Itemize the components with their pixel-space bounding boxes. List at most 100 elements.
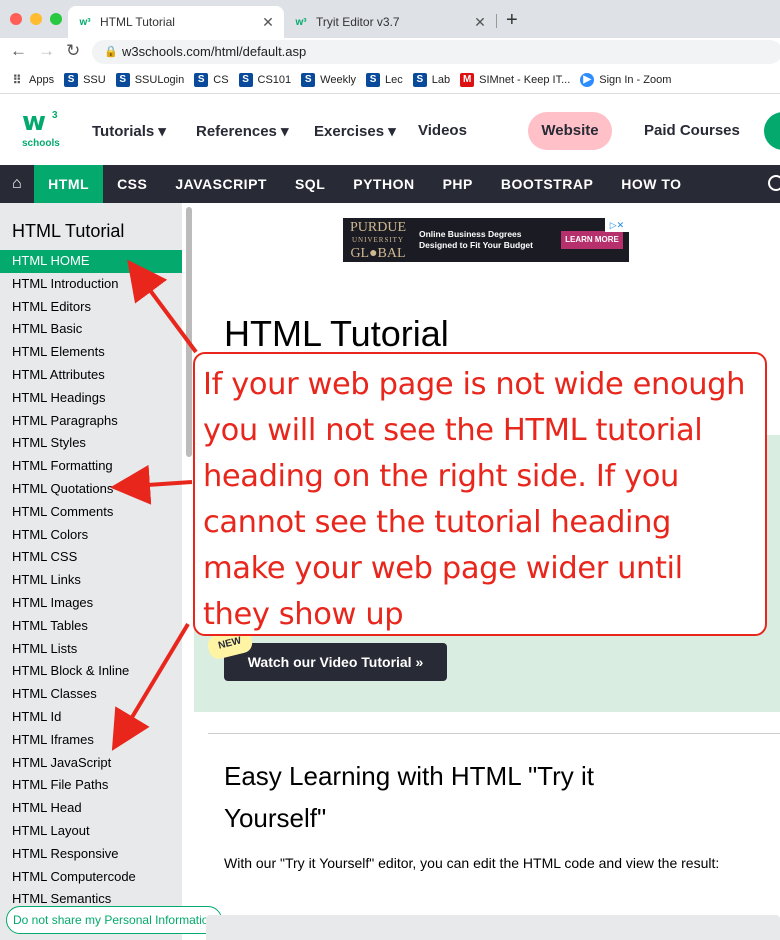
sidebar-scrollbar[interactable]	[186, 207, 192, 457]
bookmark-ssulogin[interactable]: S SSULogin	[115, 72, 184, 87]
annotation-callout: If your web page is not wide enough you …	[193, 352, 767, 636]
sidebar-item-html-responsive[interactable]: HTML Responsive	[0, 843, 182, 866]
signup-button[interactable]	[764, 112, 780, 150]
new-tab-button[interactable]: +	[506, 9, 518, 32]
topnav-bootstrap[interactable]: BOOTSTRAP	[487, 165, 607, 203]
sidebar-item-html-layout[interactable]: HTML Layout	[0, 820, 182, 843]
menu-label: References	[196, 123, 277, 140]
sidebar-item-html-css[interactable]: HTML CSS	[0, 546, 182, 569]
sidebar-item-html-head[interactable]: HTML Head	[0, 797, 182, 820]
search-icon[interactable]	[768, 175, 780, 191]
zoom-icon: ▶	[580, 72, 595, 87]
ad-brand-line2: GL●BAL	[350, 245, 406, 261]
sidebar-title: HTML Tutorial	[12, 221, 125, 241]
bookmark-zoom[interactable]: ▶ Sign In - Zoom	[580, 72, 671, 87]
sidebar-item-html-colors[interactable]: HTML Colors	[0, 524, 182, 547]
bookmark-label: Lab	[431, 73, 451, 86]
topnav-css[interactable]: CSS	[103, 165, 161, 203]
tab-title: Tryit Editor v3.7	[316, 15, 400, 29]
paid-courses-link[interactable]: Paid Courses	[644, 122, 740, 139]
close-icon[interactable]: ✕	[472, 14, 488, 31]
ad-learn-more-button[interactable]: LEARN MORE	[561, 231, 623, 249]
topnav-javascript[interactable]: JAVASCRIPT	[161, 165, 281, 203]
close-icon[interactable]: ✕	[260, 14, 276, 31]
close-window-button[interactable]	[10, 13, 22, 25]
sidebar-item-html-tables[interactable]: HTML Tables	[0, 615, 182, 638]
back-arrow-icon[interactable]: ←	[10, 41, 27, 61]
reload-icon[interactable]: ↻	[66, 41, 80, 61]
sidebar-item-html-comments[interactable]: HTML Comments	[0, 501, 182, 524]
url-input[interactable]: 🔒 w3schools.com/html/default.asp	[92, 40, 780, 64]
bookmark-weekly[interactable]: S Weekly	[301, 72, 357, 87]
sidebar-item-html-images[interactable]: HTML Images	[0, 592, 182, 615]
sidebar-item-html-file-paths[interactable]: HTML File Paths	[0, 774, 182, 797]
privacy-button[interactable]: Do not share my Personal Information	[6, 906, 223, 934]
browser-tab-active[interactable]: w³ HTML Tutorial ✕	[68, 6, 284, 38]
w3schools-logo[interactable]: w 3 schools	[22, 108, 66, 152]
menu-label: Exercises	[314, 123, 385, 140]
sidebar-item-html-lists[interactable]: HTML Lists	[0, 638, 182, 661]
ad-close-icon[interactable]: ▷✕	[605, 218, 629, 232]
s-icon: S	[194, 72, 209, 87]
watch-video-button[interactable]: Watch our Video Tutorial »	[224, 643, 447, 681]
advertisement[interactable]: PURDUE UNIVERSITY GL●BAL Online Business…	[343, 218, 629, 262]
menu-references[interactable]: References ▾	[196, 122, 289, 140]
topnav-python[interactable]: PYTHON	[339, 165, 428, 203]
logo-text: schools	[22, 138, 60, 149]
bookmark-label: Lec	[385, 73, 403, 86]
bookmark-label: SIMnet - Keep IT...	[479, 73, 571, 86]
sidebar-item-html-iframes[interactable]: HTML Iframes	[0, 729, 182, 752]
sidebar-item-html-quotations[interactable]: HTML Quotations	[0, 478, 182, 501]
address-bar-row: ← → ↻ 🔒 w3schools.com/html/default.asp	[0, 38, 780, 66]
sidebar-item-html-elements[interactable]: HTML Elements	[0, 341, 182, 364]
bookmark-cs[interactable]: S CS	[194, 72, 229, 87]
sidebar-item-html-attributes[interactable]: HTML Attributes	[0, 364, 182, 387]
sidebar-list: HTML HOME HTML Introduction HTML Editors HT…	[0, 250, 182, 911]
maximize-window-button[interactable]	[50, 13, 62, 25]
menu-videos[interactable]: Videos	[418, 122, 467, 139]
ad-brand: PURDUE	[349, 219, 406, 235]
topnav-php[interactable]: PHP	[429, 165, 487, 203]
sidebar-item-html-paragraphs[interactable]: HTML Paragraphs	[0, 410, 182, 433]
sidebar-item-html-editors[interactable]: HTML Editors	[0, 296, 182, 319]
sidebar-item-html-block-inline[interactable]: HTML Block & Inline	[0, 660, 182, 683]
sidebar-item-html-formatting[interactable]: HTML Formatting	[0, 455, 182, 478]
menu-tutorials[interactable]: Tutorials ▾	[92, 122, 166, 140]
forward-arrow-icon[interactable]: →	[38, 41, 55, 61]
bookmark-ssu[interactable]: S SSU	[64, 72, 106, 87]
w3-icon: w³	[79, 16, 91, 28]
section-heading: Easy Learning with HTML "Try it Yourself…	[224, 761, 594, 833]
website-button[interactable]: Website	[528, 112, 612, 150]
bookmark-lab[interactable]: S Lab	[412, 72, 451, 87]
s-icon: S	[301, 72, 316, 87]
topnav-sql[interactable]: SQL	[281, 165, 339, 203]
menu-exercises[interactable]: Exercises ▾	[314, 122, 396, 140]
section-text: With our "Try it Yourself" editor, you c…	[224, 855, 720, 871]
minimize-window-button[interactable]	[30, 13, 42, 25]
bookmark-label: Weekly	[320, 73, 357, 86]
s-icon: S	[64, 72, 79, 87]
sidebar-item-html-home[interactable]: HTML HOME	[0, 250, 182, 273]
bookmark-apps[interactable]: ⠿ Apps	[10, 73, 54, 87]
divider	[208, 733, 780, 734]
tab-title: HTML Tutorial	[100, 15, 175, 29]
browser-tab[interactable]: w³ Tryit Editor v3.7 ✕	[284, 6, 496, 38]
w3-logo-sup: 3	[52, 110, 58, 121]
topnav-howto[interactable]: HOW TO	[607, 165, 695, 203]
sidebar-item-html-computercode[interactable]: HTML Computercode	[0, 866, 182, 889]
topnav-html[interactable]: HTML	[34, 165, 104, 203]
sidebar-item-html-introduction[interactable]: HTML Introduction	[0, 273, 182, 296]
sidebar-item-html-id[interactable]: HTML Id	[0, 706, 182, 729]
sidebar-item-html-headings[interactable]: HTML Headings	[0, 387, 182, 410]
sidebar-item-html-basic[interactable]: HTML Basic	[0, 318, 182, 341]
bookmark-cs101[interactable]: S CS101	[238, 72, 291, 87]
s-icon: S	[115, 72, 130, 87]
sidebar-item-html-classes[interactable]: HTML Classes	[0, 683, 182, 706]
bookmark-lec[interactable]: S Lec	[366, 72, 403, 87]
annotation-text: If your web page is not wide enough you …	[203, 367, 746, 632]
sidebar-item-html-javascript[interactable]: HTML JavaScript	[0, 752, 182, 775]
sidebar-item-html-links[interactable]: HTML Links	[0, 569, 182, 592]
sidebar-item-html-styles[interactable]: HTML Styles	[0, 432, 182, 455]
home-icon[interactable]: ⌂	[0, 165, 34, 203]
bookmark-simnet[interactable]: M SIMnet - Keep IT...	[460, 72, 571, 87]
